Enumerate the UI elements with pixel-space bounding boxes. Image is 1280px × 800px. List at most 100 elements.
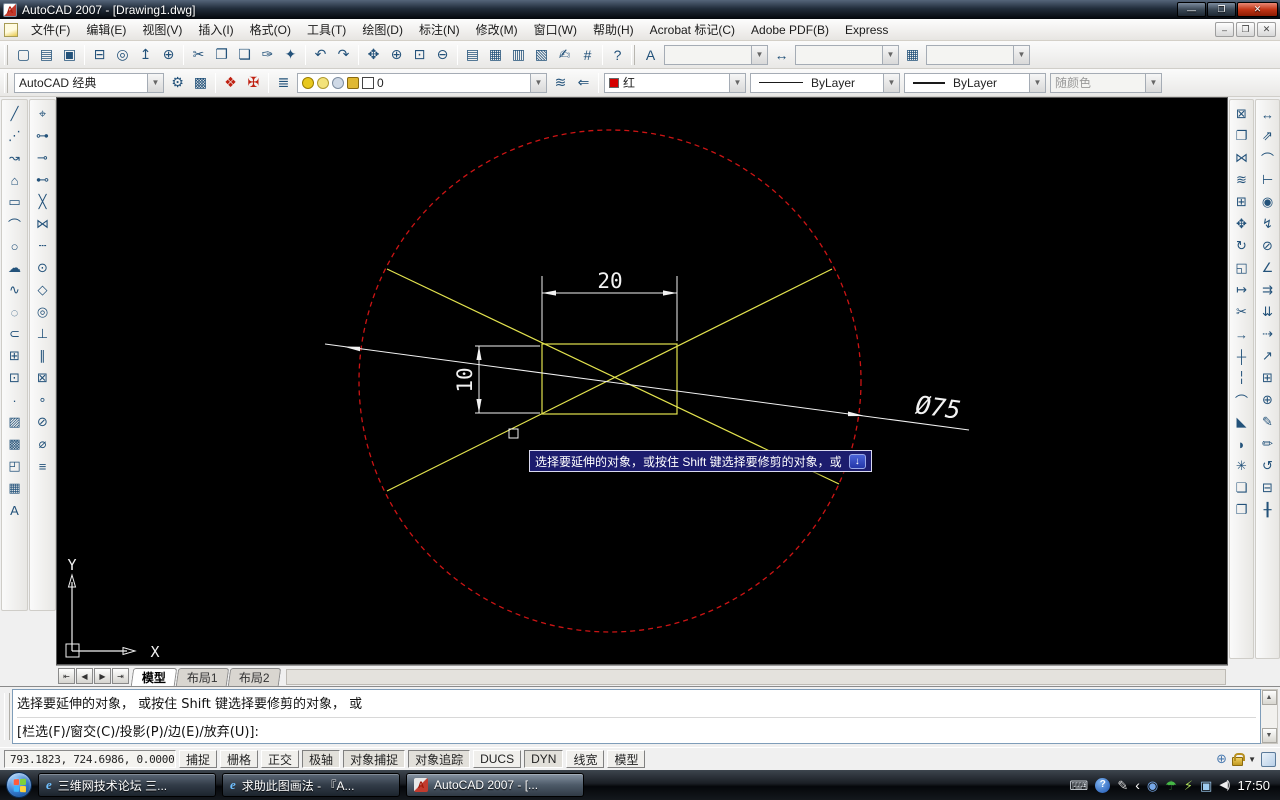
snap-apparent-intersection-button[interactable]: ⋈ (32, 213, 54, 235)
chevron-icon[interactable]: ‹ (1135, 778, 1140, 792)
properties-palette-button[interactable]: ▤ (461, 43, 484, 66)
workspace-settings-button[interactable]: ⚙ (166, 71, 189, 94)
toggle-ducs[interactable]: DUCS (473, 750, 522, 768)
tool-palettes-button[interactable]: ▥ (507, 43, 530, 66)
copy-object-button[interactable]: ❐ (1231, 125, 1253, 147)
join-button[interactable]: ⌒ (1231, 389, 1253, 411)
layer-lock-icon[interactable] (347, 76, 359, 89)
dim-style-combo[interactable]: ▼ (795, 44, 899, 65)
explode-button[interactable]: ✳ (1231, 455, 1253, 477)
command-text-area[interactable]: 选择要延伸的对象， 或按住 Shift 键选择要修剪的对象， 或 [栏选(F)/… (12, 689, 1261, 744)
menu-window[interactable]: 窗口(W) (526, 19, 585, 40)
menu-edit[interactable]: 编辑(E) (78, 19, 134, 40)
command-prompt-line[interactable]: [栏选(F)/窗交(C)/投影(P)/边(E)/放弃(U)]: (17, 717, 1256, 741)
snap-nearest-button[interactable]: ⊘ (32, 411, 54, 433)
close-button[interactable]: ✕ (1237, 2, 1278, 17)
scroll-up-icon[interactable]: ▲ (1261, 690, 1277, 705)
zoom-previous-button[interactable]: ⊖ (431, 43, 454, 66)
lineweight-combo[interactable]: ByLayer ▼ (904, 72, 1046, 93)
network-tray-icon[interactable]: ▣ (1200, 779, 1212, 792)
construction-line-button[interactable]: ⋰ (4, 125, 26, 147)
workspace-save-button[interactable]: ▩ (189, 71, 212, 94)
toggle-grid[interactable]: 栅格 (220, 750, 259, 768)
minimize-button[interactable]: — (1177, 2, 1206, 17)
snap-none-button[interactable]: ⌀ (32, 433, 54, 455)
workspace-combo[interactable]: AutoCAD 经典 ▼ (14, 72, 164, 93)
snap-tangent-button[interactable]: ◎ (32, 301, 54, 323)
plot-preview-button[interactable]: ◎ (111, 43, 134, 66)
extend-button[interactable]: → (1231, 323, 1253, 345)
draworder-back-button[interactable]: ❐ (1231, 499, 1253, 521)
tab-layout2[interactable]: 布局2 (227, 668, 281, 686)
toolbar-grip[interactable] (4, 72, 8, 93)
clean-screen-button[interactable] (1261, 751, 1276, 767)
copy-button[interactable]: ❐ (210, 43, 233, 66)
ellipse-arc-button[interactable]: ⊂ (4, 323, 26, 345)
toggle-osnap[interactable]: 对象捕捉 (343, 750, 406, 768)
menu-adobe-pdf[interactable]: Adobe PDF(B) (743, 19, 837, 40)
toolbar-lock-icon[interactable] (1232, 752, 1246, 766)
tab-last-button[interactable]: ⇥ (112, 668, 129, 684)
help-button[interactable]: ? (606, 43, 629, 66)
diameter-dimension-text[interactable]: Ø75 (914, 390, 963, 425)
designcenter-button[interactable]: ▦ (484, 43, 507, 66)
horizontal-scrollbar[interactable] (286, 669, 1226, 685)
osnap-settings-button[interactable]: ≡ (32, 455, 54, 477)
taskbar-window-button[interactable]: e 求助此图画法 - 『A... (222, 773, 400, 797)
multiline-text-button[interactable]: A (4, 499, 26, 521)
erase-button[interactable]: ⊠ (1231, 103, 1253, 125)
dim-linear-button[interactable]: ↔ (1257, 103, 1279, 125)
polyline-button[interactable]: ↝ (4, 147, 26, 169)
taskbar-window-button[interactable]: A AutoCAD 2007 - [... (406, 773, 584, 797)
open-file-button[interactable]: ▤ (35, 43, 58, 66)
menu-help[interactable]: 帮助(H) (585, 19, 642, 40)
mdi-minimize-button[interactable]: – (1215, 22, 1234, 37)
layer-manager-button[interactable]: ≣ (272, 71, 295, 94)
layer-combo[interactable]: 0 ▼ (297, 72, 547, 93)
dim-ordinate-button[interactable]: ⊢ (1257, 169, 1279, 191)
hatch-button[interactable]: ▨ (4, 411, 26, 433)
rotate-button[interactable]: ↻ (1231, 235, 1253, 257)
temporary-track-point-button[interactable]: ⌖ (32, 103, 54, 125)
web-button[interactable]: ⊕ (157, 43, 180, 66)
dim-continue-button[interactable]: ⇢ (1257, 323, 1279, 345)
menu-view[interactable]: 视图(V) (134, 19, 190, 40)
tab-model[interactable]: 模型 (130, 668, 178, 686)
toggle-ortho[interactable]: 正交 (261, 750, 300, 768)
snap-node-button[interactable]: ∘ (32, 389, 54, 411)
taskbar-window-button[interactable]: e 三维网技术论坛 三... (38, 773, 216, 797)
restore-button[interactable]: ❐ (1207, 2, 1236, 17)
pen-tray-icon[interactable]: ✎ (1117, 779, 1128, 792)
table-button[interactable]: ▦ (4, 477, 26, 499)
quick-dimension-button[interactable]: ⇉ (1257, 279, 1279, 301)
tolerance-button[interactable]: ⊞ (1257, 367, 1279, 389)
cut-button[interactable]: ✂ (187, 43, 210, 66)
dim-jogged-button[interactable]: ↯ (1257, 213, 1279, 235)
rectangle-button[interactable]: ▭ (4, 191, 26, 213)
publish-button[interactable]: ↥ (134, 43, 157, 66)
dim-update-button[interactable]: ↺ (1257, 455, 1279, 477)
stretch-button[interactable]: ↦ (1231, 279, 1253, 301)
toggle-otrack[interactable]: 对象追踪 (408, 750, 471, 768)
table-style-combo[interactable]: ▼ (926, 44, 1030, 65)
snap-midpoint-button[interactable]: ⊷ (32, 169, 54, 191)
height-dimension-text[interactable]: 10 (453, 367, 477, 392)
tab-next-button[interactable]: ▶ (94, 668, 111, 684)
snap-parallel-button[interactable]: ∥ (32, 345, 54, 367)
tab-prev-button[interactable]: ◀ (76, 668, 93, 684)
markup-button[interactable]: ✍ (553, 43, 576, 66)
dim-break-button[interactable]: ╂ (1257, 499, 1279, 521)
plotstyle-combo[interactable]: 随颜色 ▼ (1050, 72, 1162, 93)
dim-diameter-button[interactable]: ⊘ (1257, 235, 1279, 257)
linetype-combo[interactable]: ByLayer ▼ (750, 72, 900, 93)
menu-dimension[interactable]: 标注(N) (411, 19, 468, 40)
toggle-model[interactable]: 模型 (607, 750, 646, 768)
color-combo[interactable]: 红 ▼ (604, 72, 746, 93)
line-button[interactable]: ╱ (4, 103, 26, 125)
move-button[interactable]: ✥ (1231, 213, 1253, 235)
communication-center-icon[interactable]: ⊕ (1216, 751, 1227, 767)
toolbar-grip[interactable] (631, 44, 635, 65)
break-at-point-button[interactable]: ┼ (1231, 345, 1253, 367)
quick-leader-button[interactable]: ↗ (1257, 345, 1279, 367)
start-button[interactable] (6, 772, 32, 798)
